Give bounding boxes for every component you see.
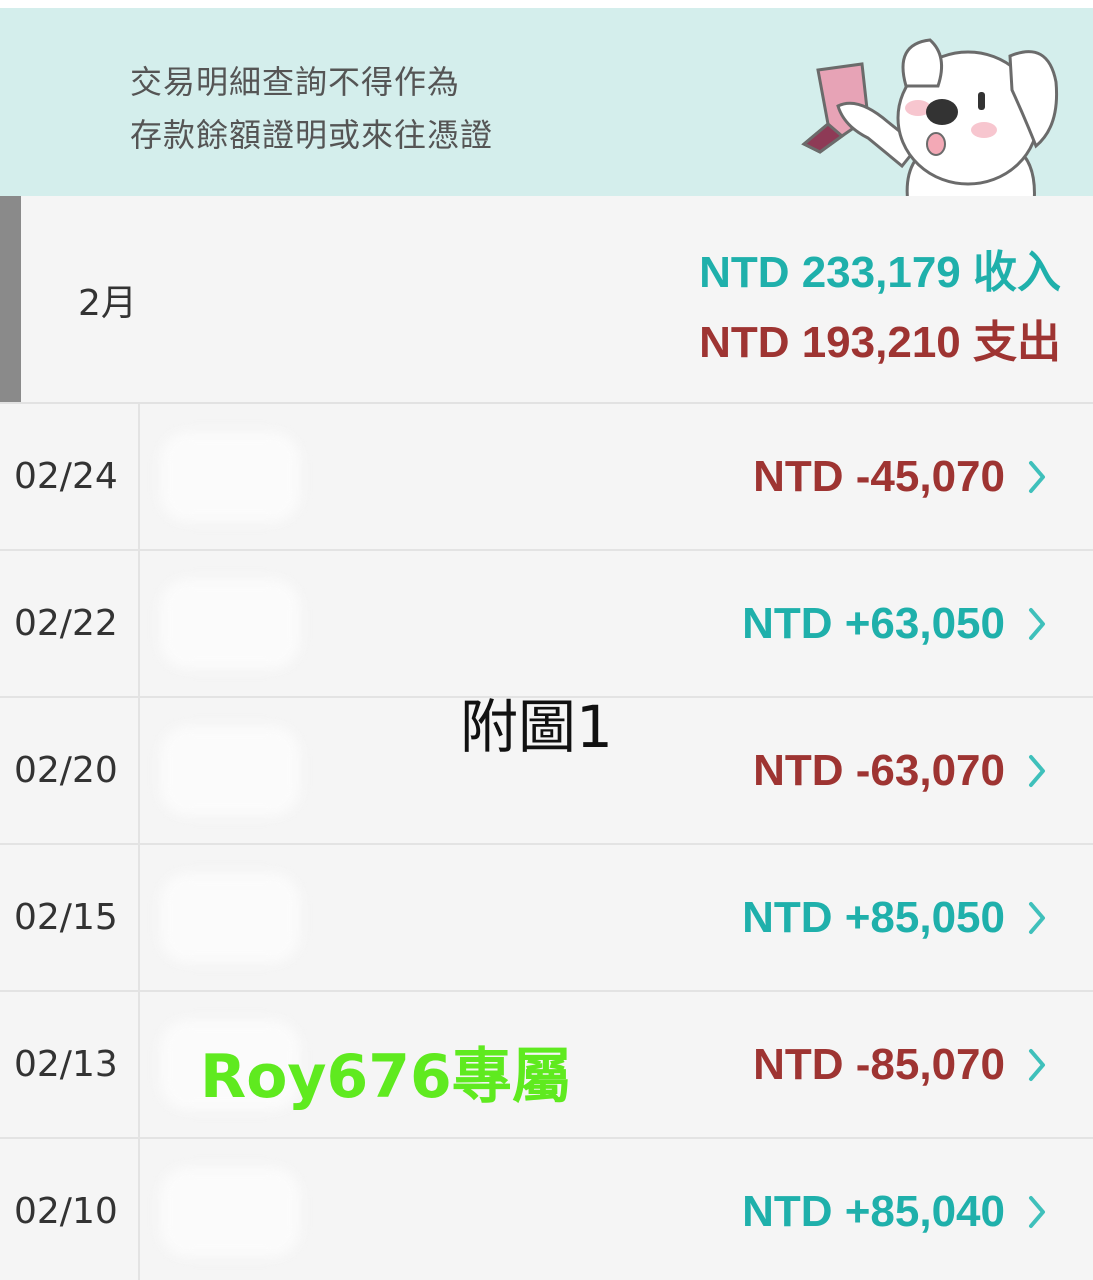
disclaimer-text: 交易明細查詢不得作為 存款餘額證明或來往憑證: [130, 56, 493, 162]
chevron-right-icon[interactable]: [1027, 753, 1047, 789]
transaction-row[interactable]: 02/22 NTD +63,050: [0, 551, 1093, 698]
disclaimer-banner: 交易明細查詢不得作為 存款餘額證明或來往憑證: [0, 8, 1093, 204]
expense-total: NTD 193,210 支出: [699, 318, 1061, 367]
chevron-right-icon[interactable]: [1027, 1194, 1047, 1230]
month-label: 2月: [78, 283, 137, 324]
transaction-amount: NTD -85,070: [753, 1039, 1005, 1089]
transaction-date: 02/22: [0, 551, 140, 696]
income-total: NTD 233,179 收入: [699, 248, 1061, 297]
month-summary: 2月 NTD 233,179 收入 NTD 193,210 支出: [0, 196, 1093, 404]
figure-label: 附圖1: [460, 693, 613, 761]
transaction-amount: NTD -45,070: [753, 451, 1005, 501]
chevron-right-icon[interactable]: [1027, 1047, 1047, 1083]
transaction-date: 02/13: [0, 992, 140, 1137]
transaction-row[interactable]: 02/15 NTD +85,050: [0, 845, 1093, 992]
transaction-date: 02/15: [0, 845, 140, 990]
transaction-amount: NTD -63,070: [753, 745, 1005, 795]
transaction-description-blurred: [160, 873, 300, 963]
chevron-right-icon[interactable]: [1027, 606, 1047, 642]
status-strip: [0, 0, 1093, 8]
transaction-description-blurred: [160, 726, 300, 816]
transaction-description-blurred: [160, 579, 300, 669]
dog-holding-receipt-icon: [801, 38, 1059, 204]
disclaimer-line-1: 交易明細查詢不得作為: [130, 63, 461, 101]
transaction-description-blurred: [160, 432, 300, 522]
transaction-amount: NTD +63,050: [742, 598, 1005, 648]
transaction-date: 02/10: [0, 1139, 140, 1280]
month-indicator-bar: [0, 196, 21, 402]
transaction-date: 02/20: [0, 698, 140, 843]
chevron-right-icon[interactable]: [1027, 459, 1047, 495]
transaction-row[interactable]: 02/24 NTD -45,070: [0, 404, 1093, 551]
watermark-text: Roy676專屬: [200, 1042, 572, 1112]
transaction-amount: NTD +85,040: [742, 1186, 1005, 1236]
transaction-row[interactable]: 02/10 NTD +85,040: [0, 1139, 1093, 1280]
transaction-date: 02/24: [0, 404, 140, 549]
chevron-right-icon[interactable]: [1027, 900, 1047, 936]
transaction-description-blurred: [160, 1167, 300, 1257]
transaction-amount: NTD +85,050: [742, 892, 1005, 942]
transaction-list: 02/24 NTD -45,070 02/22 NTD +63,050 02/20 NTD…: [0, 404, 1093, 1280]
disclaimer-line-2: 存款餘額證明或來往憑證: [130, 116, 494, 154]
